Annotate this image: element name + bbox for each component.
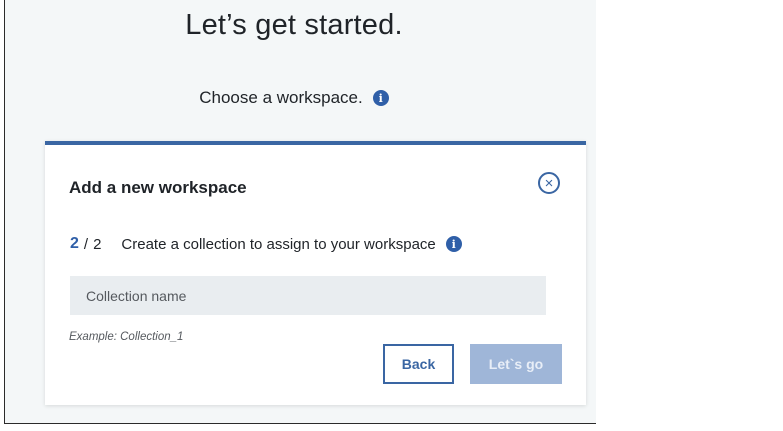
collection-name-input[interactable] (70, 276, 546, 315)
step-separator: / (83, 235, 89, 253)
page-panel: Let’s get started. Choose a workspace. i… (4, 0, 596, 424)
add-workspace-card: Add a new workspace × 2 / 2 Create a col… (45, 141, 586, 405)
workspace-prompt: Choose a workspace. i (5, 88, 583, 108)
step-description: Create a collection to assign to your wo… (121, 235, 436, 253)
workspace-prompt-label: Choose a workspace. (199, 88, 363, 107)
step-indicator: 2 / 2 Create a collection to assign to y… (70, 235, 462, 253)
step-current: 2 (70, 235, 79, 252)
lets-go-button[interactable]: Let`s go (470, 344, 562, 384)
example-hint: Example: Collection_1 (69, 331, 184, 343)
info-icon[interactable]: i (372, 90, 389, 106)
back-button[interactable]: Back (383, 344, 454, 384)
close-icon[interactable]: × (538, 172, 560, 194)
card-title: Add a new workspace (69, 178, 247, 197)
step-total: 2 (93, 235, 102, 253)
info-icon[interactable]: i (445, 236, 462, 252)
page-heading: Let’s get started. (185, 9, 403, 41)
